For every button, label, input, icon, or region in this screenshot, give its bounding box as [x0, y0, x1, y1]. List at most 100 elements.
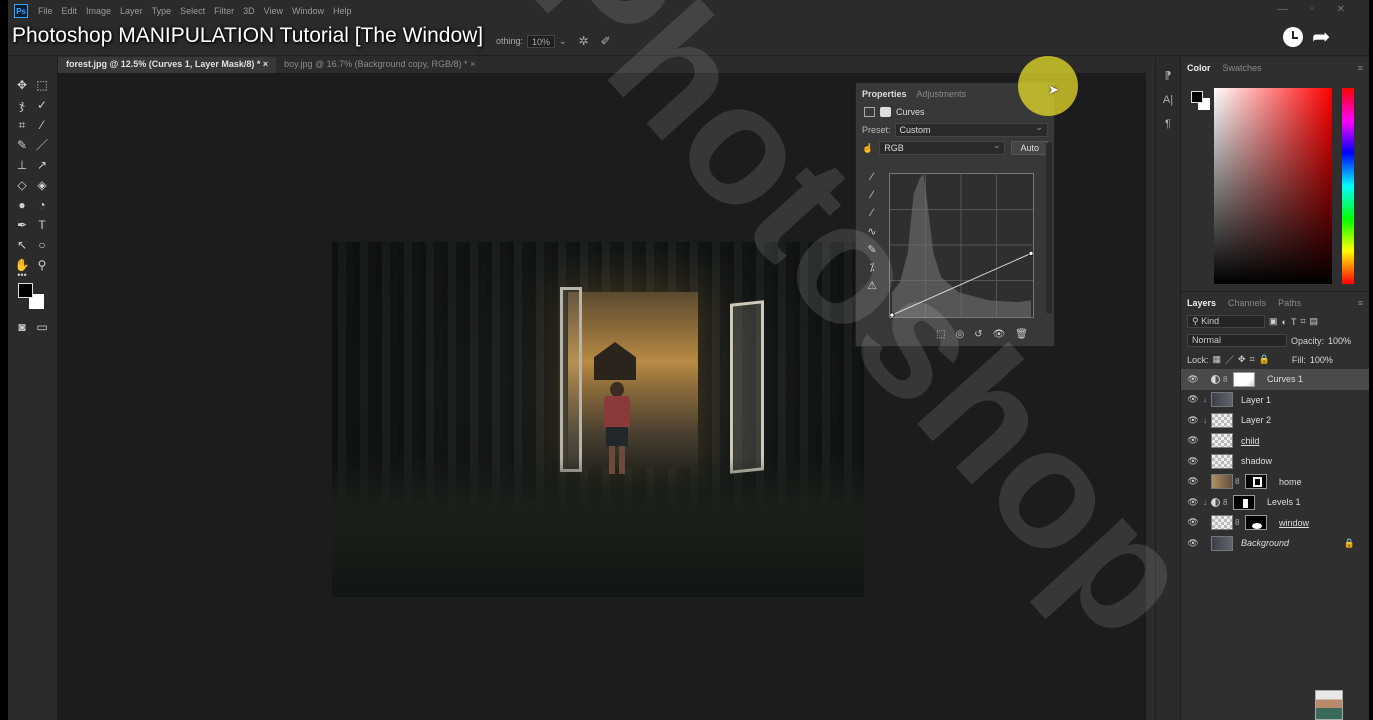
- layer-mask-thumbnail[interactable]: [1245, 474, 1267, 490]
- eye-icon[interactable]: 👁: [1187, 435, 1199, 446]
- foreground-color-swatch[interactable]: [18, 283, 33, 298]
- lock-brush-icon[interactable]: ／: [1225, 353, 1234, 366]
- eraser-tool-icon[interactable]: ◇: [12, 177, 32, 193]
- clipping-warning-icon[interactable]: ⚠: [862, 279, 882, 297]
- crop-tool-icon[interactable]: ⌗: [12, 117, 32, 133]
- more-tools-icon[interactable]: •••: [12, 267, 32, 283]
- quick-select-tool-icon[interactable]: ✓: [32, 97, 52, 113]
- eye-icon[interactable]: 👁: [1187, 394, 1199, 405]
- healing-tool-icon[interactable]: ✎: [12, 137, 32, 153]
- eye-icon[interactable]: 👁: [1187, 517, 1199, 528]
- menu-help[interactable]: Help: [333, 6, 352, 16]
- filter-shape-icon[interactable]: ⌗: [1300, 316, 1305, 327]
- menu-3d[interactable]: 3D: [243, 6, 255, 16]
- layer-row-levels[interactable]: 👁 ↓ 8 Levels 1: [1181, 492, 1369, 513]
- menu-layer[interactable]: Layer: [120, 6, 143, 16]
- curve-point-0[interactable]: [890, 312, 895, 317]
- kind-filter-select[interactable]: ⚲ Kind: [1187, 315, 1265, 328]
- quick-mask-icon[interactable]: ◙: [12, 319, 32, 335]
- preset-select[interactable]: Custom: [894, 121, 1048, 137]
- clip-to-layer-icon[interactable]: ⬚: [936, 329, 945, 340]
- layer-mask-thumbnail[interactable]: [1233, 371, 1255, 387]
- target-adjust-icon[interactable]: ☝: [862, 143, 873, 154]
- smoothing-input[interactable]: 10%: [527, 34, 556, 48]
- eye-icon[interactable]: 👁: [1187, 456, 1199, 467]
- panel-menu-icon[interactable]: ≡: [1358, 298, 1363, 308]
- menu-filter[interactable]: Filter: [214, 6, 234, 16]
- screen-mode-icon[interactable]: ▭: [32, 319, 52, 335]
- color-picker-field[interactable]: [1214, 88, 1332, 284]
- history-brush-tool-icon[interactable]: ↗: [32, 157, 52, 173]
- pencil-icon[interactable]: ✎: [862, 243, 882, 261]
- share-icon[interactable]: ➦: [1312, 26, 1330, 48]
- layer-mask-thumbnail[interactable]: [1245, 515, 1267, 531]
- tab-layers[interactable]: Layers: [1187, 298, 1216, 308]
- eyedropper-tool-icon[interactable]: ⁄: [32, 117, 52, 133]
- type-tool-icon[interactable]: T: [32, 217, 52, 233]
- eye-icon[interactable]: 👁: [1187, 497, 1199, 508]
- layer-row-layer1[interactable]: 👁 ↓ Layer 1: [1181, 390, 1369, 411]
- layer-row-home[interactable]: 👁 8 home: [1181, 472, 1369, 493]
- layer-row-background[interactable]: 👁 Background 🔒: [1181, 533, 1369, 554]
- tab-channels[interactable]: Channels: [1228, 298, 1266, 308]
- chevron-down-icon[interactable]: ⌄: [559, 36, 567, 47]
- ellipse-tool-icon[interactable]: ○: [32, 237, 52, 253]
- character-icon[interactable]: A|: [1156, 94, 1180, 106]
- eye-icon[interactable]: 👁: [1187, 476, 1199, 487]
- layer-row-curves[interactable]: 👁 8 Curves 1: [1181, 369, 1369, 390]
- menu-window[interactable]: Window: [292, 6, 324, 16]
- symmetry-icon[interactable]: ✐: [601, 34, 611, 48]
- zoom-tool-icon[interactable]: ⚲: [32, 257, 52, 273]
- filter-pixel-icon[interactable]: ▣: [1269, 316, 1278, 327]
- tab-adjustments[interactable]: Adjustments: [917, 89, 967, 103]
- filter-type-icon[interactable]: T: [1291, 317, 1297, 327]
- layer-row-layer2[interactable]: 👁 ↓ Layer 2: [1181, 410, 1369, 431]
- eye-icon[interactable]: 👁: [1187, 415, 1199, 426]
- marquee-tool-icon[interactable]: ⬚: [32, 77, 52, 93]
- channel-select[interactable]: RGB: [879, 139, 1006, 155]
- visibility-icon[interactable]: 👁: [993, 329, 1006, 340]
- chain-link-icon[interactable]: 8: [1235, 477, 1243, 486]
- curve-edit-icon[interactable]: ∿: [862, 225, 882, 243]
- curves-graph[interactable]: [889, 173, 1034, 318]
- gray-point-eyedropper-icon[interactable]: ⁄: [862, 189, 882, 207]
- pen-tool-icon[interactable]: ✒: [12, 217, 32, 233]
- history-icon[interactable]: ⁋: [1156, 69, 1180, 82]
- close-icon[interactable]: ×: [263, 59, 268, 69]
- stamp-tool-icon[interactable]: ⊥: [12, 157, 32, 173]
- document-image[interactable]: [332, 242, 864, 597]
- move-tool-icon[interactable]: ✥: [12, 77, 32, 93]
- lock-position-icon[interactable]: ✥: [1238, 354, 1246, 365]
- lock-icon[interactable]: 🔒: [1344, 538, 1355, 549]
- blend-mode-select[interactable]: Normal: [1187, 334, 1287, 347]
- filter-smart-icon[interactable]: ▤: [1310, 316, 1319, 327]
- menu-select[interactable]: Select: [180, 6, 205, 16]
- white-point-eyedropper-icon[interactable]: ⁄: [862, 207, 882, 225]
- lock-all-icon[interactable]: 🔒: [1259, 354, 1270, 365]
- tab-boy[interactable]: boy.jpg @ 16.7% (Background copy, RGB/8)…: [276, 57, 483, 73]
- panel-menu-icon[interactable]: ≡: [1358, 63, 1363, 73]
- auto-button[interactable]: Auto: [1011, 141, 1048, 155]
- curves-adjustment-icon[interactable]: [864, 107, 875, 117]
- layer-mask-thumbnail[interactable]: [1233, 494, 1255, 510]
- lock-transparent-icon[interactable]: ▦: [1213, 354, 1222, 365]
- black-point-eyedropper-icon[interactable]: ⁄: [862, 171, 882, 189]
- chain-link-icon[interactable]: 8: [1223, 375, 1231, 384]
- reset-icon[interactable]: ↺: [974, 329, 982, 340]
- fill-value[interactable]: 100%: [1310, 355, 1333, 365]
- window-controls[interactable]: — ▫ ✕: [1278, 4, 1355, 15]
- paint-bucket-tool-icon[interactable]: ◈: [32, 177, 52, 193]
- layer-row-shadow[interactable]: 👁 shadow: [1181, 451, 1369, 472]
- layer-row-window[interactable]: 👁 8 window: [1181, 513, 1369, 534]
- blur-tool-icon[interactable]: ●: [12, 197, 32, 213]
- layer-row-child[interactable]: 👁 child: [1181, 431, 1369, 452]
- menu-image[interactable]: Image: [86, 6, 111, 16]
- tab-color[interactable]: Color: [1187, 63, 1211, 73]
- path-select-tool-icon[interactable]: ↖: [12, 237, 32, 253]
- layer-mask-icon[interactable]: [880, 107, 891, 117]
- eye-icon[interactable]: 👁: [1187, 538, 1199, 549]
- tab-swatches[interactable]: Swatches: [1223, 63, 1262, 73]
- tab-paths[interactable]: Paths: [1278, 298, 1301, 308]
- lasso-tool-icon[interactable]: ჯ: [12, 97, 32, 113]
- hue-slider[interactable]: [1342, 88, 1354, 284]
